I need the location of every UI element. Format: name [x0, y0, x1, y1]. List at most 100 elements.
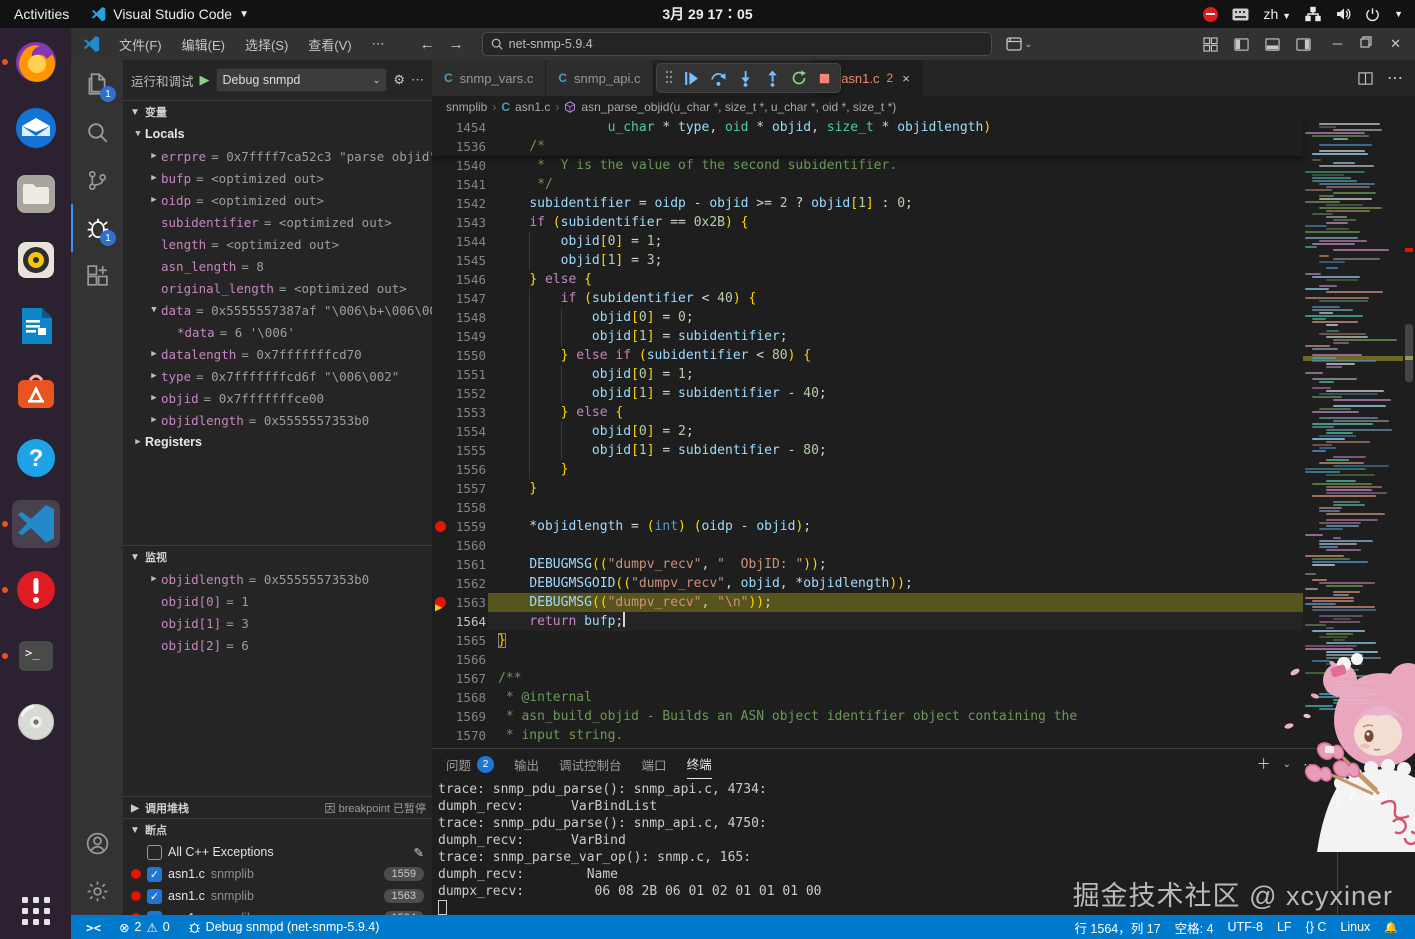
close-icon[interactable]: × — [902, 71, 910, 86]
activitybar-debug[interactable]: 1 — [71, 204, 123, 252]
code-line-1546[interactable]: 1546 } else { — [432, 270, 1303, 289]
keyboard-icon[interactable] — [1232, 8, 1249, 21]
checkbox-unchecked[interactable] — [147, 844, 162, 860]
breadcrumb-item[interactable]: snmplib — [446, 100, 487, 114]
customize-layout-icon[interactable] — [1203, 36, 1218, 52]
activitybar-scm[interactable] — [71, 156, 123, 204]
clock[interactable]: 3月 29 17∶05 — [662, 4, 752, 24]
code-line-1554[interactable]: 1554 objid[0] = 2; — [432, 422, 1303, 441]
exception-breakpoint-row[interactable]: All C++ Exceptions ✎ — [123, 841, 432, 863]
volume-icon[interactable] — [1335, 6, 1351, 22]
variable-row[interactable]: original_length = <optimized out> — [123, 277, 432, 299]
code-line-1558[interactable]: 1558 — [432, 498, 1303, 517]
notifications-bell-icon[interactable]: 🔔 — [1377, 915, 1405, 939]
scope-row[interactable]: ▶ Registers — [123, 431, 432, 453]
variable-row[interactable]: ▶ oidp = <optimized out> — [123, 189, 432, 211]
code-line-1569[interactable]: 1569 * asn_build_objid - Builds an ASN o… — [432, 707, 1303, 726]
panel-tab-端口[interactable]: 端口 — [642, 749, 667, 779]
variables-header[interactable]: ▼ 变量 — [123, 101, 432, 123]
code-line-1560[interactable]: 1560 — [432, 536, 1303, 555]
code-line-1570[interactable]: 1570 * input string. — [432, 726, 1303, 745]
power-icon[interactable] — [1365, 7, 1380, 22]
toggle-panel-icon[interactable] — [1265, 37, 1280, 52]
editor-tab-snmp_vars.c[interactable]: Csnmp_vars.c — [432, 60, 547, 96]
menu-item-2[interactable]: 选择(S) — [236, 31, 297, 58]
dock-item-thunderbird[interactable] — [12, 104, 60, 152]
breakpoint-row[interactable]: ✓ asn1.c snmplib 1563 — [123, 885, 432, 907]
breadcrumb-item[interactable]: asn1.c — [515, 100, 550, 114]
dock-item-terminal[interactable]: >_ — [1, 632, 60, 680]
code-line-1549[interactable]: 1549 objid[1] = subidentifier; — [432, 327, 1303, 346]
restart-button[interactable] — [791, 70, 807, 86]
step-over-button[interactable] — [710, 70, 727, 87]
variable-row[interactable]: ▶ bufp = <optimized out> — [123, 167, 432, 189]
activitybar-settings[interactable] — [71, 867, 123, 915]
breakpoint-icon[interactable] — [434, 521, 446, 532]
expand-chevron-icon[interactable]: ▶ — [147, 393, 161, 403]
code-line-1543[interactable]: 1543 if (subidentifier == 0x2B) { — [432, 213, 1303, 232]
toolbar-grip-icon[interactable] — [665, 70, 673, 86]
menu-item-3[interactable]: 查看(V) — [299, 31, 360, 58]
dock-item-error-report[interactable] — [1, 566, 60, 614]
code-line-1548[interactable]: 1548 objid[0] = 0; — [432, 308, 1303, 327]
network-icon[interactable] — [1305, 6, 1321, 22]
code-line-1552[interactable]: 1552 objid[1] = subidentifier - 40; — [432, 384, 1303, 403]
menu-item-0[interactable]: 文件(F) — [110, 31, 171, 58]
expand-chevron-icon[interactable]: ▶ — [147, 415, 161, 425]
code-line-1540[interactable]: 1540 * Y is the value of the second subi… — [432, 156, 1303, 175]
statusbar-item[interactable]: 行 1564，列 17 — [1067, 915, 1167, 939]
nav-back-icon[interactable]: ← — [420, 36, 435, 53]
toggle-sidebar-icon[interactable] — [1234, 37, 1249, 52]
variable-row[interactable]: objid[0] = 1 — [123, 590, 432, 612]
breadcrumb-item[interactable]: asn_parse_objid(u_char *, size_t *, u_ch… — [581, 100, 896, 114]
variable-row[interactable]: length = <optimized out> — [123, 233, 432, 255]
code-line-1559[interactable]: 1559 *objidlength = (int) (oidp - objid)… — [432, 517, 1303, 536]
continue-button[interactable] — [683, 70, 700, 87]
more-actions-icon[interactable]: ⋯ — [1387, 68, 1403, 88]
minimize-button[interactable]: ─ — [1333, 36, 1342, 52]
code-line-1566[interactable]: 1566 — [432, 650, 1303, 669]
expand-chevron-icon[interactable]: ▶ — [147, 349, 161, 359]
code-line-1563[interactable]: ▶ 1563 DEBUGMSG(("dumpv_recv", "\n")); — [432, 593, 1303, 614]
code-line-1544[interactable]: 1544 objid[0] = 1; — [432, 232, 1303, 251]
breakpoint-row[interactable]: ✓asn1.csnmplib1594 — [123, 907, 432, 915]
input-language[interactable]: zh ▼ — [1263, 6, 1291, 22]
variable-row[interactable]: ▶ datalength = 0x7fffffffcd70 — [123, 343, 432, 365]
panel-tab-终端[interactable]: 终端 — [686, 749, 712, 779]
checkbox-checked[interactable]: ✓ — [147, 888, 162, 904]
variable-row[interactable]: ▶ errpre = 0x7ffff7ca52c3 "parse objid" — [123, 145, 432, 167]
activities-button[interactable]: Activities — [14, 6, 69, 22]
breadcrumb[interactable]: snmplib › Casn1.c › asn_parse_objid(u_char *… — [432, 96, 1415, 118]
dock-item-rhythmbox[interactable] — [12, 236, 60, 284]
callstack-header[interactable]: ▶ 调用堆栈 因 breakpoint 已暂停 — [123, 797, 432, 818]
dock-item-disc[interactable] — [12, 698, 60, 746]
remote-indicator[interactable]: >< — [79, 915, 108, 939]
code-line-1536[interactable]: 1536 /* — [432, 137, 1303, 156]
watch-header[interactable]: ▼ 监视 — [123, 546, 432, 568]
code-line-1545[interactable]: 1545 objid[1] = 3; — [432, 251, 1303, 270]
code-line-1557[interactable]: 1557 } — [432, 479, 1303, 498]
panel-tab-调试控制台[interactable]: 调试控制台 — [559, 749, 622, 779]
step-into-button[interactable] — [737, 70, 754, 87]
code-line-1556[interactable]: 1556 } — [432, 460, 1303, 479]
overview-ruler[interactable] — [1403, 118, 1415, 748]
dock-item-software[interactable] — [12, 368, 60, 416]
code-line-1555[interactable]: 1555 objid[1] = subidentifier - 80; — [432, 441, 1303, 460]
activitybar-search[interactable] — [71, 108, 123, 156]
more-actions-icon[interactable]: ⋯ — [1303, 756, 1317, 773]
code-line-1541[interactable]: 1541 */ — [432, 175, 1303, 194]
debug-config-select[interactable]: Debug snmpd ⌄ — [215, 68, 388, 92]
stop-button[interactable] — [817, 71, 832, 86]
statusbar-item[interactable]: Linux — [1333, 915, 1377, 939]
expand-chevron-icon[interactable]: ▶ — [147, 371, 161, 381]
expand-chevron-icon[interactable]: ▶ — [147, 195, 161, 205]
code-line-1565[interactable]: 1565} — [432, 631, 1303, 650]
problems-indicator[interactable]: ⊗ 2 ⚠ 0 — [112, 915, 177, 939]
restore-button[interactable] — [1360, 36, 1372, 52]
panel-tab-输出[interactable]: 输出 — [514, 749, 539, 779]
new-terminal-icon[interactable]: ＋ — [1257, 754, 1271, 774]
expand-chevron-icon[interactable]: ▼ — [131, 129, 145, 139]
dock-item-files[interactable] — [12, 170, 60, 218]
minimap[interactable] — [1303, 118, 1403, 748]
chevron-down-icon[interactable]: ⌄ — [1283, 759, 1291, 770]
